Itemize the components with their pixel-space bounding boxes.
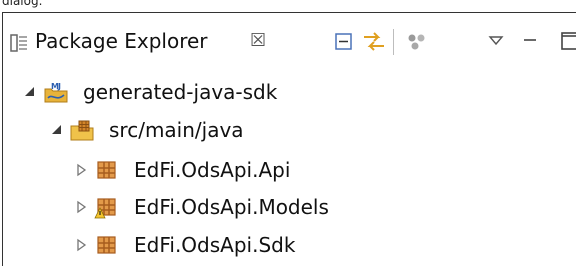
close-icon[interactable]: ☒ (250, 29, 266, 53)
collapsed-arrow-icon[interactable] (74, 199, 88, 215)
package-explorer-icon (9, 33, 29, 53)
maven-java-project-icon: M J (43, 80, 69, 104)
maximize-icon[interactable] (559, 29, 576, 55)
minimize-icon[interactable] (521, 29, 541, 55)
link-with-editor-icon[interactable] (360, 29, 388, 55)
view-tab-bar: Package Explorer ☒ (3, 13, 576, 73)
package-icon (94, 158, 120, 182)
collapse-all-icon[interactable] (333, 29, 355, 55)
caption-text: dialog. (2, 0, 43, 8)
collapsed-arrow-icon[interactable] (74, 162, 88, 178)
tree-item-label: EdFi.OdsApi.Models (134, 195, 329, 219)
package-warning-icon (94, 195, 120, 219)
package-explorer-view: Package Explorer ☒ M J generated-java-sd… (2, 12, 576, 266)
toolbar-separator (393, 29, 394, 55)
expanded-arrow-icon[interactable] (23, 84, 37, 100)
tree-item-label: EdFi.OdsApi.Sdk (134, 233, 296, 257)
expanded-arrow-icon[interactable] (50, 122, 64, 138)
tree-item-label: src/main/java (109, 118, 244, 142)
collapsed-arrow-icon[interactable] (74, 237, 88, 253)
package-icon (94, 233, 120, 257)
svg-text:J: J (57, 82, 61, 91)
tree-item-label: EdFi.OdsApi.Api (134, 158, 291, 182)
view-title[interactable]: Package Explorer (35, 29, 208, 53)
focus-on-active-task-icon[interactable] (403, 29, 433, 55)
tree-item-label: generated-java-sdk (83, 80, 278, 104)
view-menu-icon[interactable] (487, 29, 505, 55)
source-folder-icon (69, 118, 95, 142)
